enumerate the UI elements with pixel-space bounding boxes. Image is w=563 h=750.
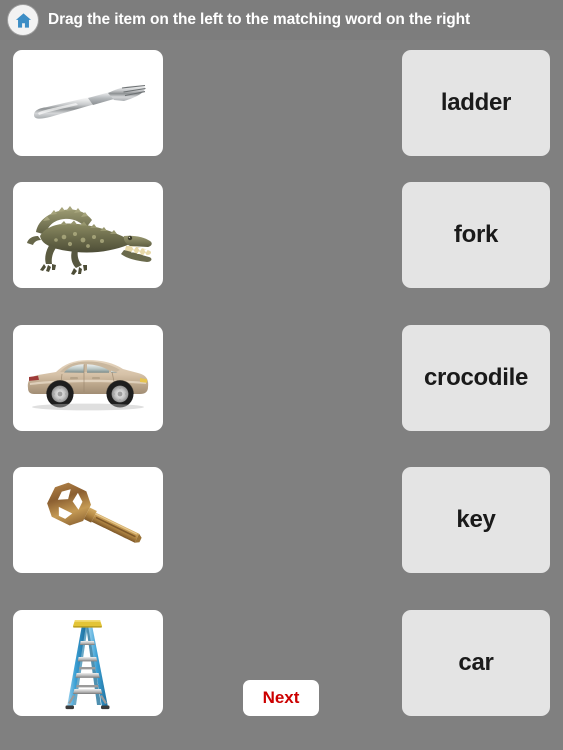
page-title: Drag the item on the left to the matchin… <box>48 11 471 28</box>
picture-card-fork[interactable] <box>13 50 163 156</box>
word-card-crocodile[interactable]: crocodile <box>402 325 550 431</box>
word-label: car <box>458 649 494 676</box>
word-card-fork[interactable]: fork <box>402 182 550 288</box>
picture-card-crocodile[interactable] <box>13 182 163 288</box>
home-icon <box>14 11 33 30</box>
word-card-car[interactable]: car <box>402 610 550 716</box>
next-button-label: Next <box>262 688 300 707</box>
word-label: ladder <box>440 89 512 116</box>
crocodile-image <box>20 192 156 278</box>
word-label: fork <box>453 221 499 248</box>
header-bar: Drag the item on the left to the matchin… <box>0 0 563 40</box>
word-label: key <box>456 506 496 533</box>
home-button[interactable] <box>8 5 38 35</box>
ladder-image <box>42 615 134 711</box>
key-image <box>28 477 148 563</box>
picture-card-key[interactable] <box>13 467 163 573</box>
word-card-ladder[interactable]: ladder <box>402 50 550 156</box>
picture-card-ladder[interactable] <box>13 610 163 716</box>
word-label: crocodile <box>424 364 528 391</box>
next-button[interactable]: Next <box>243 680 319 716</box>
word-card-key[interactable]: key <box>402 467 550 573</box>
fork-image <box>24 67 152 139</box>
car-image <box>22 344 154 412</box>
matching-board: ladder fork crocodile key car <box>0 40 563 750</box>
picture-card-car[interactable] <box>13 325 163 431</box>
